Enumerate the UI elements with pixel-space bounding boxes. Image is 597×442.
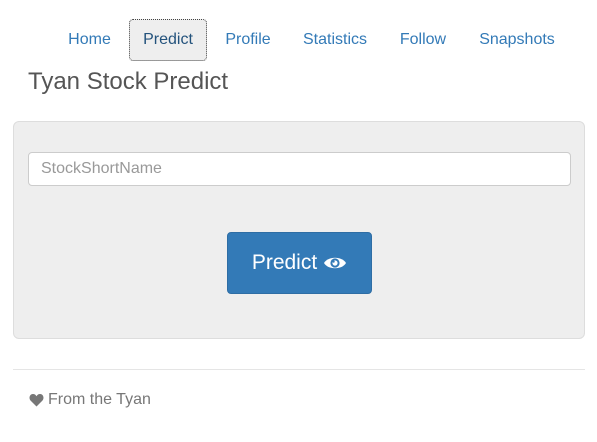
footer-text: From the Tyan [48, 391, 151, 408]
stock-short-name-input[interactable] [28, 152, 571, 186]
predict-button-label: Predict [251, 251, 318, 274]
nav-snapshots[interactable]: Snapshots [466, 19, 568, 61]
heart-icon [29, 393, 44, 407]
predict-panel: Predict [13, 121, 585, 339]
nav-predict[interactable]: Predict [129, 19, 207, 61]
page-title: Tyan Stock Predict [28, 68, 229, 95]
top-nav: Home Predict Profile Statistics Follow S… [0, 19, 597, 61]
nav-statistics[interactable]: Statistics [290, 19, 380, 61]
eye-icon [323, 254, 347, 272]
predict-button[interactable]: Predict [227, 232, 372, 294]
nav-home[interactable]: Home [55, 19, 124, 61]
nav-profile[interactable]: Profile [212, 19, 284, 61]
nav-follow[interactable]: Follow [386, 19, 460, 61]
footer-divider [13, 369, 585, 370]
footer: From the Tyan [29, 389, 151, 411]
